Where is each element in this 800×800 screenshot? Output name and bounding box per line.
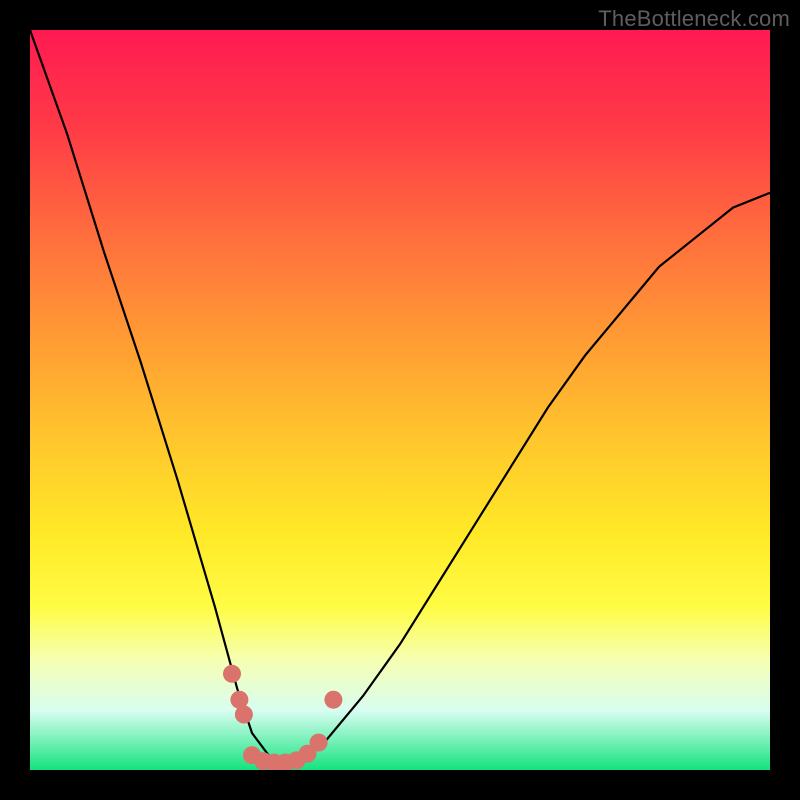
plot-area [30, 30, 770, 770]
curve-marker [324, 691, 342, 709]
chart-stage: TheBottleneck.com [0, 0, 800, 800]
curve-marker [235, 706, 253, 724]
credit-label: TheBottleneck.com [598, 6, 790, 32]
curve-marker [223, 665, 241, 683]
bottleneck-curve [30, 30, 770, 763]
curve-marker [310, 734, 328, 752]
curve-markers [223, 665, 342, 770]
curve-svg [30, 30, 770, 770]
